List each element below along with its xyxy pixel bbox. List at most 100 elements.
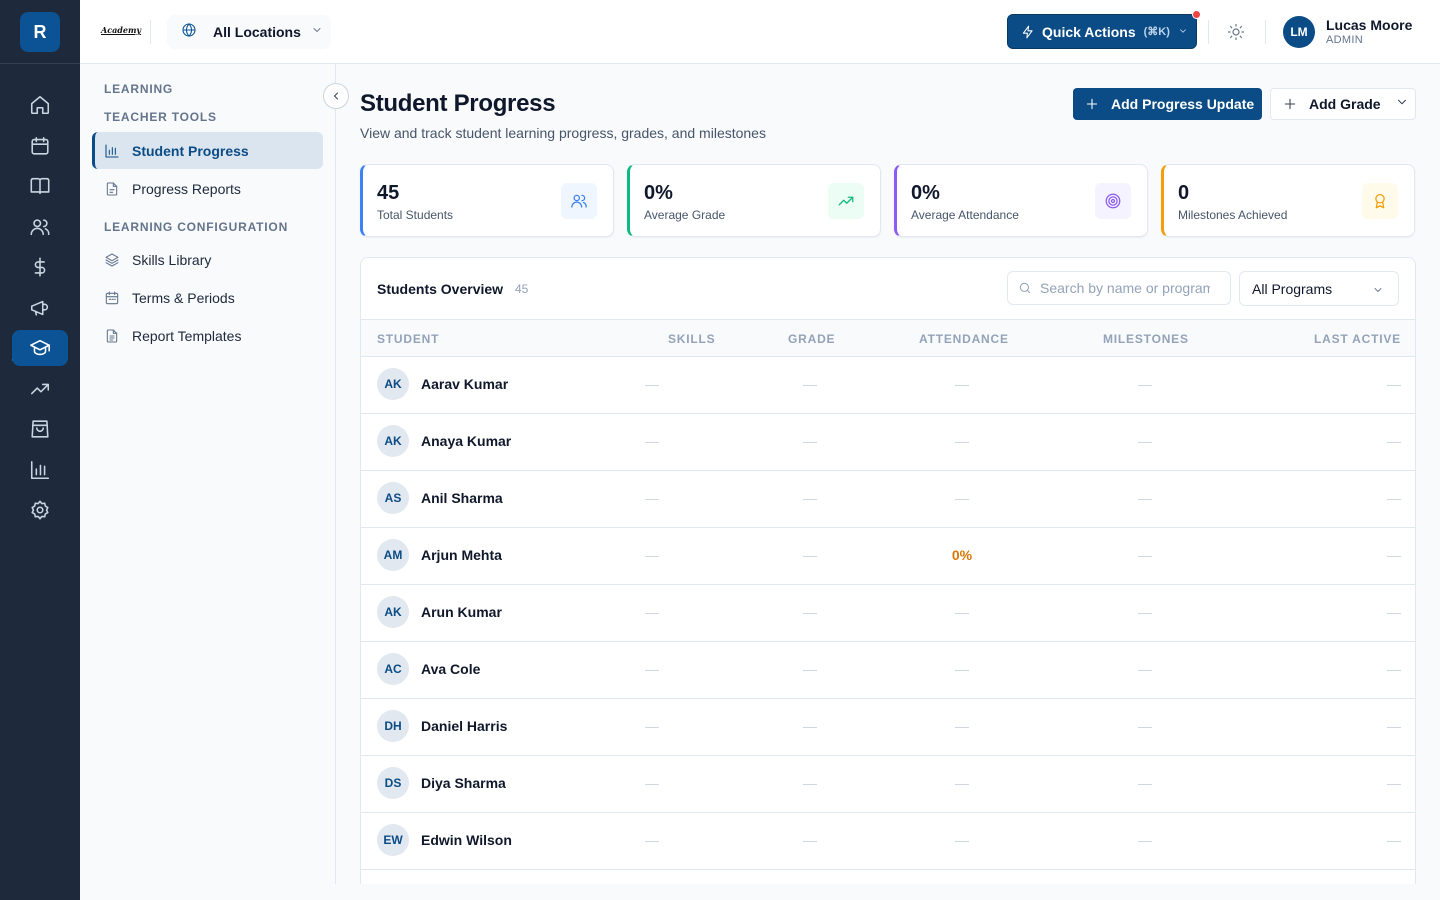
rail-calendar[interactable] (12, 128, 68, 164)
table-row[interactable]: DH Daniel Harris — — — — — (361, 699, 1415, 756)
cell-last-active: — (1387, 433, 1401, 449)
rail-home[interactable] (12, 87, 68, 123)
collapse-sidebar-button[interactable] (323, 83, 349, 109)
search-input[interactable] (1040, 280, 1210, 296)
student-name[interactable]: Edwin Wilson (421, 832, 512, 848)
cell-milestones: — (1138, 490, 1152, 506)
plus-icon (1284, 98, 1296, 110)
rail-divider (0, 63, 80, 64)
rail-reports[interactable] (12, 452, 68, 488)
chevron-down-icon (1178, 23, 1188, 41)
program-filter-select[interactable]: All Programs (1239, 271, 1399, 306)
sidebar-item-skills-library[interactable]: Skills Library (92, 241, 323, 278)
student-name[interactable]: Arun Kumar (421, 604, 502, 620)
rail-users[interactable] (12, 209, 68, 245)
table-row[interactable]: AS Anil Sharma — — — — — (361, 471, 1415, 528)
sidebar-item-student-progress[interactable]: Student Progress (92, 132, 323, 169)
student-avatar: AK (377, 596, 409, 628)
sidebar-item-progress-reports[interactable]: Progress Reports (92, 170, 323, 207)
search-box[interactable] (1007, 271, 1231, 305)
add-grade-button[interactable]: Add Grade (1270, 88, 1416, 120)
calendar-icon (105, 290, 119, 304)
sidebar-item-label: Student Progress (132, 142, 249, 159)
column-header-last-active[interactable]: LAST ACTIVE (1314, 332, 1401, 346)
student-avatar: AK (377, 368, 409, 400)
table-row[interactable]: AM Arjun Mehta — — 0% — — (361, 528, 1415, 585)
layers-icon (105, 252, 119, 267)
student-avatar: EW (377, 824, 409, 856)
rail-book[interactable] (12, 168, 68, 204)
stat-label: Total Students (377, 208, 454, 222)
divider (150, 20, 151, 44)
column-header-grade[interactable]: GRADE (788, 332, 835, 346)
cell-attendance: — (955, 718, 969, 734)
table-row[interactable]: AK Arun Kumar — — — — — (361, 585, 1415, 642)
stat-card-total-students: 45 Total Students (360, 164, 614, 237)
program-filter-value: All Programs (1252, 280, 1333, 297)
table-body: AK Aarav Kumar — — — — — AK Anaya Kumar — — — — — AS An… (361, 357, 1415, 870)
settings-icon (31, 500, 49, 520)
table-row[interactable]: AC Ava Cole — — — — — (361, 642, 1415, 699)
table-row[interactable]: DS Diya Sharma — — — — — (361, 756, 1415, 813)
cell-last-active: — (1387, 604, 1401, 620)
sidebar-item-terms-periods[interactable]: Terms & Periods (92, 279, 323, 316)
brand-logo[interactable]: Academy (101, 25, 141, 35)
cell-attendance: — (955, 661, 969, 677)
cell-skills: — (645, 832, 659, 848)
column-header-attendance[interactable]: ATTENDANCE (919, 332, 1009, 346)
rail-growth[interactable] (12, 371, 68, 407)
cell-skills: — (645, 775, 659, 791)
quick-actions-button[interactable]: Quick Actions (⌘K) (1007, 14, 1197, 49)
stat-value: 0% (911, 182, 940, 204)
cell-last-active: — (1387, 490, 1401, 506)
trending-up-icon (828, 183, 864, 219)
rail-finance[interactable] (12, 249, 68, 285)
stat-label: Average Attendance (911, 208, 1019, 222)
cell-grade: — (803, 832, 817, 848)
cell-skills: — (645, 490, 659, 506)
theme-toggle[interactable] (1227, 23, 1245, 46)
student-name[interactable]: Anaya Kumar (421, 433, 511, 449)
student-name[interactable]: Daniel Harris (421, 718, 507, 734)
sidebar-item-label: Terms & Periods (132, 289, 235, 306)
lightning-icon (1022, 25, 1033, 38)
students-count: 45 (515, 282, 529, 296)
column-header-milestones[interactable]: MILESTONES (1103, 332, 1189, 346)
column-header-skills[interactable]: SKILLS (668, 332, 715, 346)
page-title: Student Progress (360, 90, 556, 117)
user-name[interactable]: Lucas Moore (1326, 17, 1412, 33)
sidebar-item-report-templates[interactable]: Report Templates (92, 317, 323, 354)
stat-card-milestones: 0 Milestones Achieved (1161, 164, 1415, 237)
table-row[interactable]: EW Edwin Wilson — — — — — (361, 813, 1415, 870)
cell-milestones: — (1138, 775, 1152, 791)
cell-grade: — (803, 775, 817, 791)
table-row[interactable]: AK Aarav Kumar — — — — — (361, 357, 1415, 414)
student-name[interactable]: Diya Sharma (421, 775, 506, 791)
student-name[interactable]: Anil Sharma (421, 490, 503, 506)
student-name[interactable]: Ava Cole (421, 661, 480, 677)
search-icon (1019, 282, 1031, 294)
rail-learning[interactable] (12, 330, 68, 366)
cell-grade: — (803, 661, 817, 677)
home-icon (30, 95, 50, 115)
location-selector[interactable]: All Locations (167, 15, 331, 49)
column-header-student[interactable]: STUDENT (377, 332, 439, 346)
footer-strip (80, 884, 1440, 900)
table-row[interactable]: AK Anaya Kumar — — — — — (361, 414, 1415, 471)
cell-attendance: 0% (951, 547, 973, 563)
user-avatar[interactable]: LM (1283, 16, 1315, 48)
student-name[interactable]: Arjun Mehta (421, 547, 502, 563)
chevron-down-icon (1395, 95, 1409, 114)
app-logo[interactable]: R (20, 12, 60, 52)
rail-shop[interactable] (12, 411, 68, 447)
stat-card-average-grade: 0% Average Grade (627, 164, 881, 237)
cell-last-active: — (1387, 832, 1401, 848)
file-text-icon (106, 328, 118, 343)
rail-announcements[interactable] (12, 290, 68, 326)
rail-settings[interactable] (12, 492, 68, 528)
student-name[interactable]: Aarav Kumar (421, 376, 508, 392)
add-progress-update-button[interactable]: Add Progress Update (1073, 88, 1262, 120)
chevron-down-icon (1372, 283, 1384, 299)
cell-grade: — (803, 490, 817, 506)
cell-skills: — (645, 661, 659, 677)
